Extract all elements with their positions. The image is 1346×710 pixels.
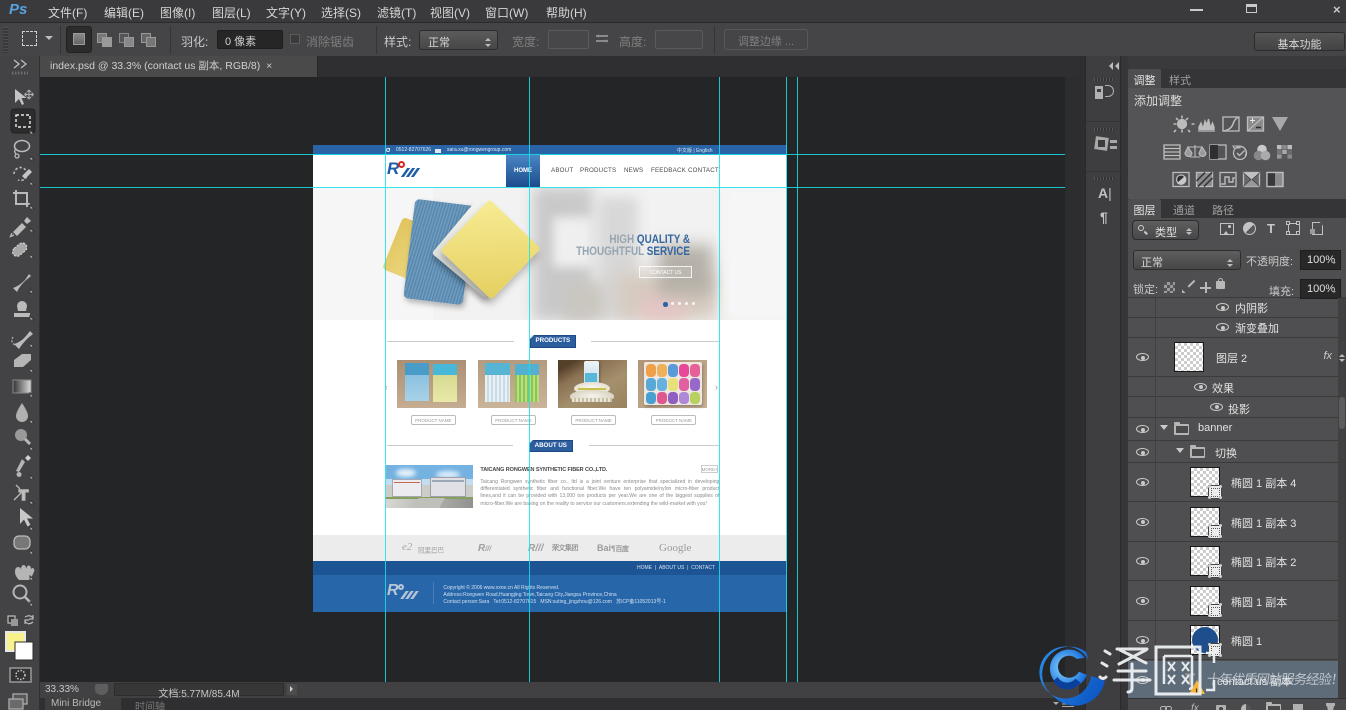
svg-text:T: T: [19, 487, 28, 504]
